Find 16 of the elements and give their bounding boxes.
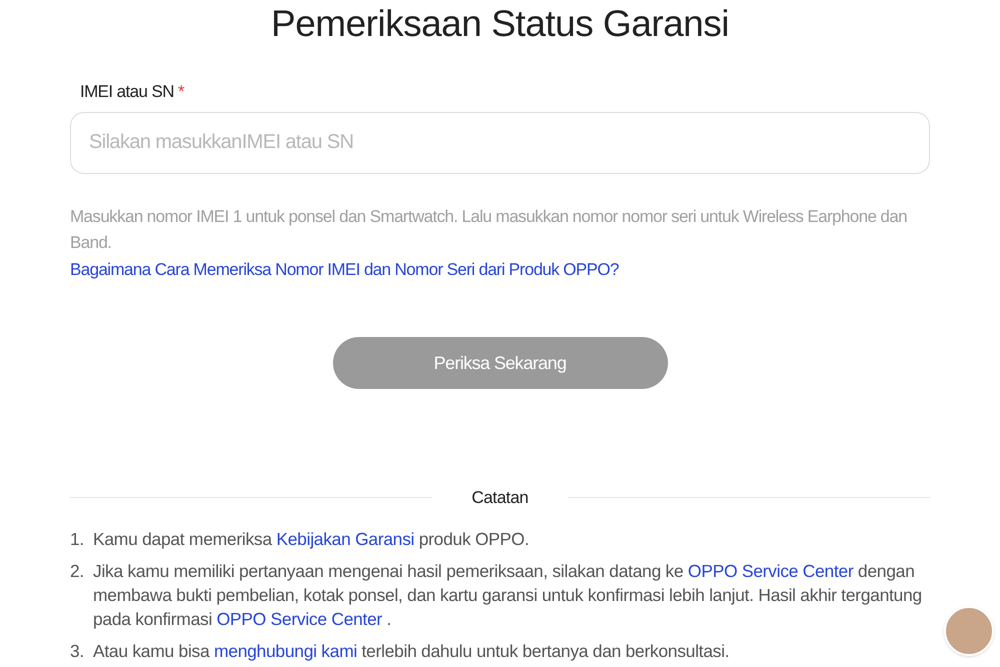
imei-input-field[interactable]: Silakan masukkanIMEI atau SN bbox=[70, 112, 930, 174]
page-title: Pemeriksaan Status Garansi bbox=[271, 5, 729, 42]
field-label: IMEI atau SN * bbox=[80, 81, 184, 103]
note-text: Kamu dapat memeriksa Kebijakan Garansi produk OPPO. bbox=[93, 528, 530, 550]
list-number: 3. bbox=[70, 640, 85, 662]
note-text: Atau kamu bisa menghubungi kami terlebih dahulu untuk bertanya dan berkonsultasi. bbox=[93, 640, 730, 662]
note-link[interactable]: Kebijakan Garansi bbox=[276, 528, 414, 548]
list-number: 1. bbox=[70, 528, 85, 550]
list-number: 2. bbox=[70, 560, 85, 582]
help-link[interactable]: Bagaimana Cara Memeriksa Nomor IMEI dan Nomor Seri dari Produk OPPO? bbox=[70, 256, 619, 282]
note-text: Jika kamu memiliki pertanyaan mengenai hasil pemeriksaan, silakan datang ke OPPO Service Center dengan membawa bukti pembelian, kotak ponsel, dan kartu garansi untuk konfirmasi lebih lanjut. Hasil akhir tergantung pada konfirmasi OPPO Service Center . bbox=[93, 560, 923, 630]
notes-heading: Catatan bbox=[470, 487, 530, 509]
note-link[interactable]: menghubungi kami bbox=[214, 640, 358, 660]
note-link[interactable]: OPPO Service Center bbox=[216, 608, 382, 628]
hint-text: Masukkan nomor IMEI 1 untuk ponsel dan Smartwatch. Lalu masukkan nomor nomor seri untuk Wireless Earphone dan Band. bbox=[70, 206, 908, 254]
note-link[interactable]: OPPO Service Center bbox=[688, 560, 854, 580]
